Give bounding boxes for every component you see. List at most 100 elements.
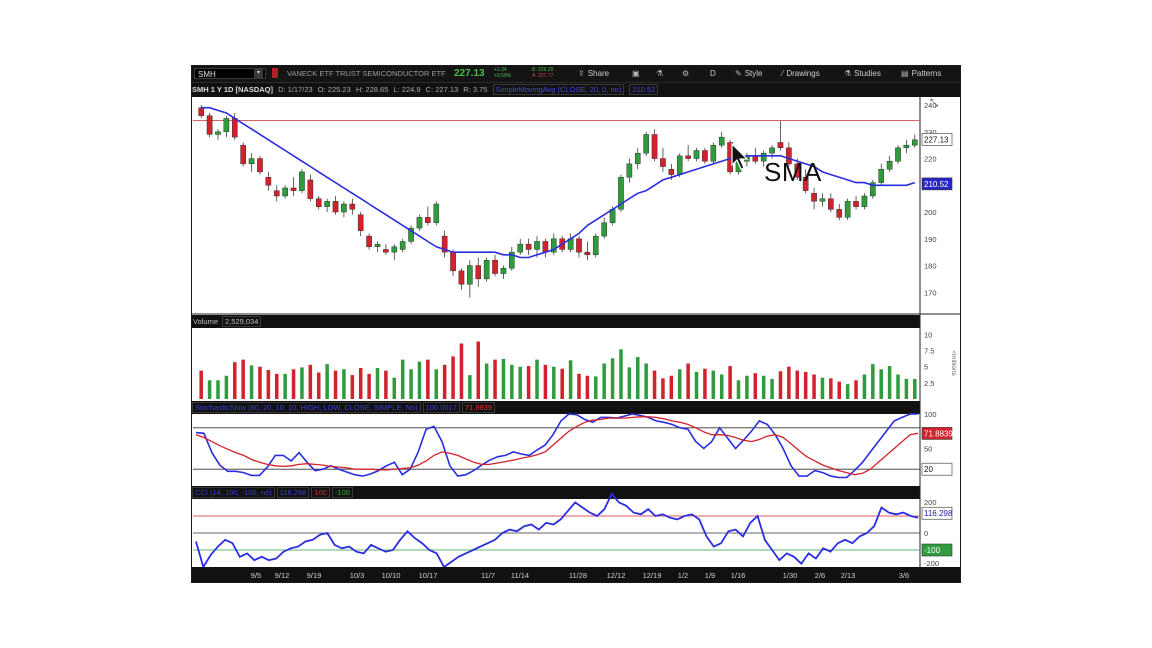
volume-bar xyxy=(568,360,573,399)
volume-bar xyxy=(342,369,346,399)
candle-body xyxy=(349,203,356,210)
volume-bar xyxy=(854,380,858,399)
last-price-tag: 227.13 xyxy=(924,135,949,144)
volume-bar xyxy=(594,376,598,399)
volume-bar xyxy=(770,378,774,399)
candle-body xyxy=(718,136,725,146)
candle-body xyxy=(702,150,708,162)
volume-bar xyxy=(224,375,229,399)
volume-bar xyxy=(291,369,296,399)
candle-body xyxy=(769,147,775,154)
date-tick-label: 11/14 xyxy=(510,571,530,580)
price-tick-label: 190 xyxy=(924,235,937,244)
volume-bar xyxy=(703,368,707,399)
chart-window: SMH ▾ VANECK ETF TRUST SEMICONDUCTOR ETF… xyxy=(191,65,961,583)
volume-bar xyxy=(635,357,640,399)
volume-bar xyxy=(375,368,380,399)
price-tick-label: 200 xyxy=(924,208,937,217)
volume-bar xyxy=(694,371,699,399)
stoch-20-tag: 20 xyxy=(924,465,933,474)
volume-bar xyxy=(871,364,875,399)
chart-plots[interactable]: 240230220210200190180170227.13210.52⤡107… xyxy=(192,66,961,583)
candle-body xyxy=(693,150,700,159)
candle-body xyxy=(844,201,851,218)
cci-tick-label: 0 xyxy=(924,529,928,538)
date-tick-label: 9/5 xyxy=(250,571,262,580)
volume-tick-label: 10 xyxy=(924,330,932,339)
candle-body xyxy=(198,107,205,116)
cci-under-tag: -100 xyxy=(924,546,941,555)
candle-body xyxy=(425,217,431,223)
candle-body xyxy=(584,251,591,256)
candle-body xyxy=(299,171,305,191)
volume-bar xyxy=(803,371,808,399)
volume-bar xyxy=(887,366,892,399)
stoch-d-line xyxy=(195,416,919,476)
candle-body xyxy=(257,158,263,173)
volume-bar xyxy=(300,367,304,399)
candle-body xyxy=(836,209,843,218)
candle-body xyxy=(576,238,582,253)
candle-body xyxy=(492,259,498,274)
candle-body xyxy=(643,134,649,154)
candle-body xyxy=(315,198,322,207)
candle-body xyxy=(542,241,549,253)
candle-body xyxy=(458,270,465,285)
candle-body xyxy=(223,118,230,132)
volume-bar xyxy=(627,367,632,399)
candle-body xyxy=(651,134,658,159)
candle-body xyxy=(215,131,221,135)
volume-bar xyxy=(233,362,237,399)
candle-body xyxy=(626,163,633,178)
volume-bar xyxy=(308,364,313,399)
date-tick-label: 10/3 xyxy=(349,571,365,580)
volume-bar xyxy=(913,378,917,399)
candle-body xyxy=(895,147,901,162)
volume-bar xyxy=(358,368,363,399)
volume-bar xyxy=(728,366,732,399)
candle-body xyxy=(525,243,532,250)
candle-body xyxy=(324,201,330,207)
candle-body xyxy=(777,142,784,149)
candle-body xyxy=(853,201,859,207)
volume-tick-label: 7.5 xyxy=(924,347,934,356)
sma-annotation: SMA xyxy=(764,157,822,187)
candle-body xyxy=(886,160,893,170)
candle-body xyxy=(819,198,826,202)
candle-body xyxy=(685,155,691,159)
volume-bar xyxy=(258,366,262,399)
volume-bar xyxy=(199,370,203,399)
stoch-tick-label: 100 xyxy=(924,410,937,419)
price-tick-label: 170 xyxy=(924,288,937,297)
volume-bar xyxy=(812,374,816,399)
volume-bar xyxy=(669,375,674,399)
volume-bar xyxy=(400,359,405,399)
volume-bar xyxy=(904,378,909,399)
volume-tick-label: 5 xyxy=(924,363,928,372)
candle-body xyxy=(911,139,918,146)
candle-body xyxy=(265,177,272,186)
date-tick-label: 12/19 xyxy=(642,571,662,580)
stoch-d-tag: 71.8839 xyxy=(924,429,953,438)
volume-bar xyxy=(652,370,657,399)
volume-bar xyxy=(283,373,287,399)
price-tick-label: 180 xyxy=(924,262,937,271)
date-tick-label: 1/2 xyxy=(677,571,689,580)
candle-body xyxy=(273,190,280,197)
date-tick-label: 1/9 xyxy=(704,571,716,580)
volume-bar xyxy=(518,366,522,399)
candle-body xyxy=(534,241,540,250)
cci-line xyxy=(195,492,919,570)
volume-bar xyxy=(484,363,489,399)
date-axis: 9/5 9/12 9/19 10/3 10/10 10/17 11/7 11/14 11/28 1… xyxy=(192,567,960,582)
candle-body xyxy=(483,259,490,280)
volume-bar xyxy=(434,369,439,399)
volume-bar xyxy=(249,365,254,399)
volume-bar xyxy=(442,364,447,399)
candle-body xyxy=(903,144,910,149)
candle-body xyxy=(248,158,255,165)
date-tick-label: 3/6 xyxy=(898,571,910,580)
stoch-k-line xyxy=(195,413,918,479)
candle-body xyxy=(450,251,456,272)
date-tick-label: 9/19 xyxy=(306,571,322,580)
